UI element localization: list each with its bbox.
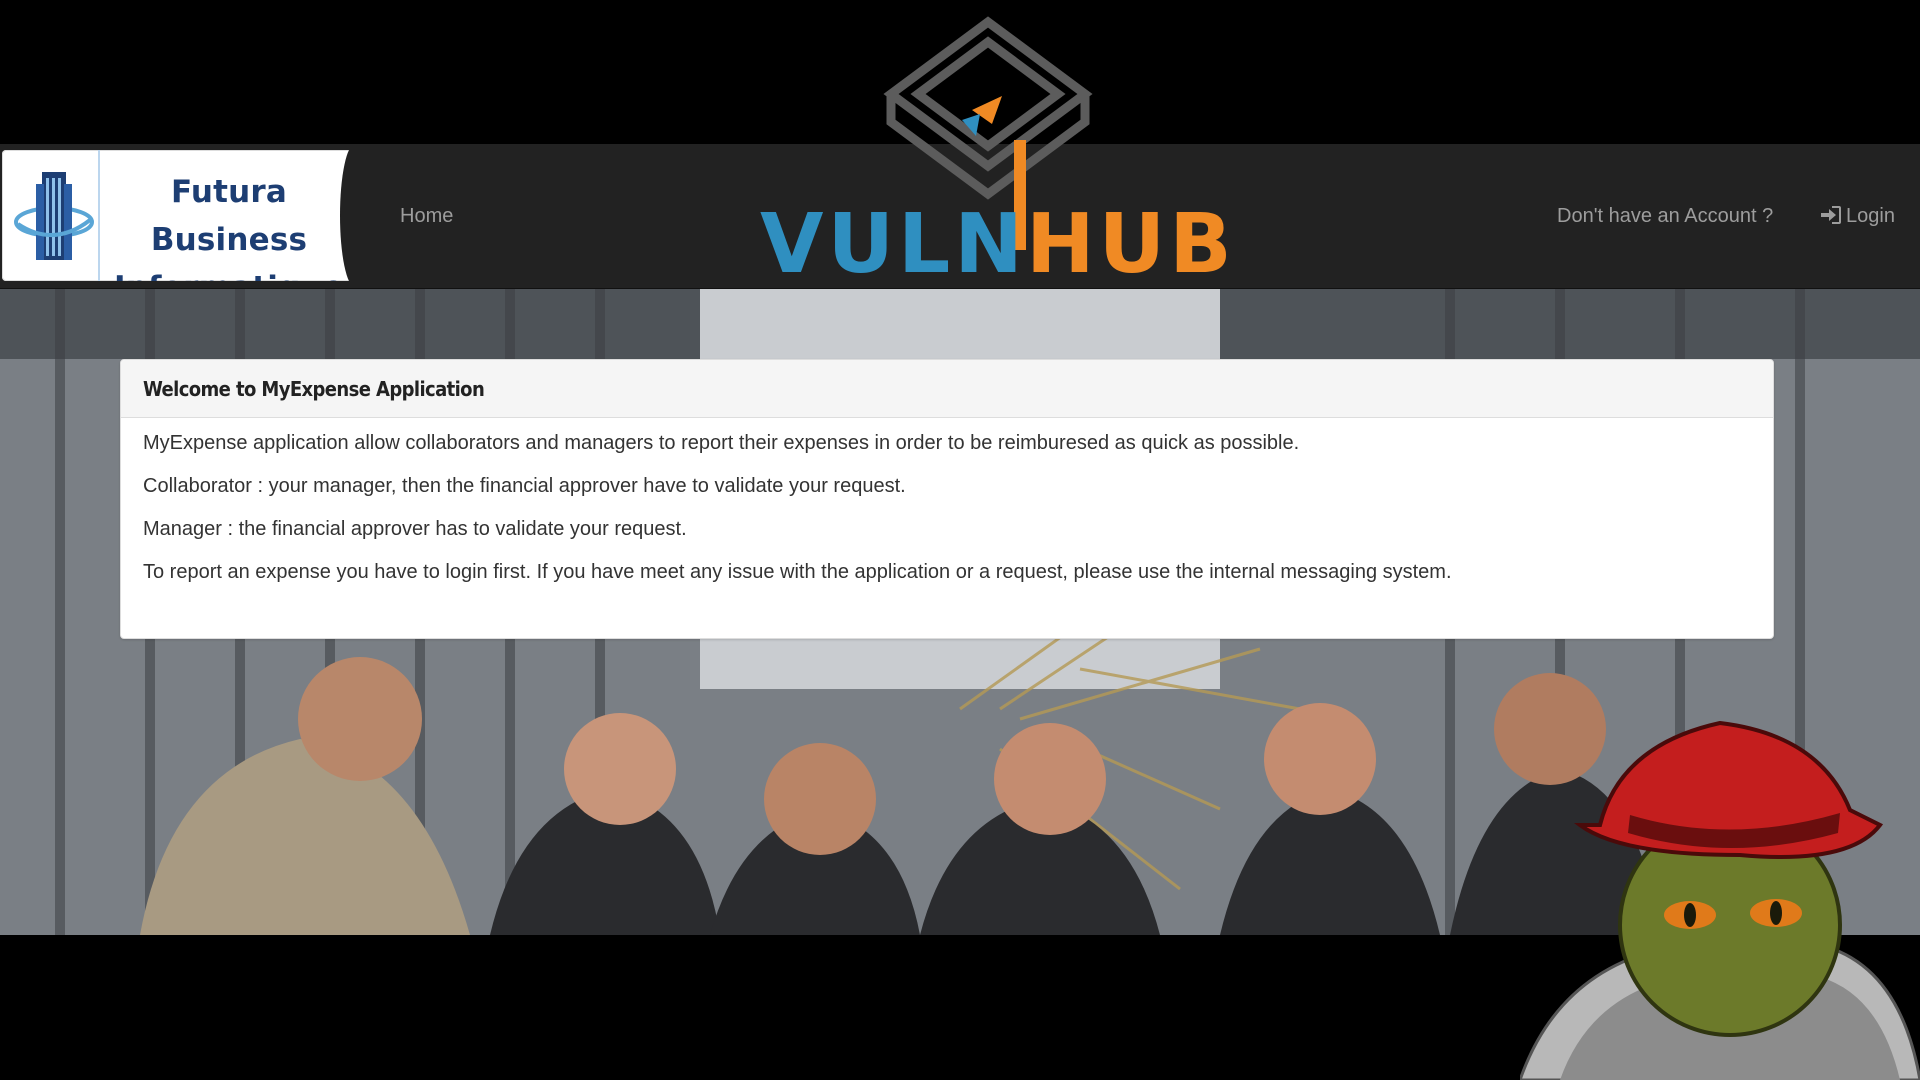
panel-paragraph: Manager : the financial approver has to … <box>143 518 687 540</box>
vulnhub-text-right: HUB <box>1026 197 1236 284</box>
vulnhub-logo: VULN HUB <box>760 16 1236 284</box>
brand-line-2: Informatique <box>102 264 356 281</box>
brand-logo[interactable]: Futura Business Informatique <box>2 150 356 281</box>
brand-name: Futura Business Informatique <box>102 168 356 281</box>
panel-paragraph: MyExpense application allow collaborator… <box>143 432 1300 454</box>
panel-body: MyExpense application allow collaborator… <box>121 418 1773 618</box>
panel-paragraph: Collaborator : your manager, then the fi… <box>143 475 906 497</box>
nav-login-link[interactable]: Login <box>1820 144 1895 288</box>
panel-title: Welcome to MyExpense Application <box>121 360 1773 418</box>
vulnhub-text-left: VULN <box>760 197 1027 284</box>
panel-paragraph: To report an expense you have to login f… <box>143 561 1452 583</box>
nav-register-link[interactable]: Don't have an Account ? <box>1557 144 1773 288</box>
welcome-panel: Welcome to MyExpense Application MyExpen… <box>120 359 1774 639</box>
lizard-mascot-icon <box>1520 720 1920 1080</box>
sign-in-icon <box>1821 206 1841 224</box>
nav-home-link[interactable]: Home <box>400 144 453 288</box>
brand-divider <box>98 150 100 281</box>
nav-login-label: Login <box>1846 205 1895 227</box>
brand-line-1: Futura Business <box>150 174 308 258</box>
building-tower-icon <box>14 172 94 260</box>
